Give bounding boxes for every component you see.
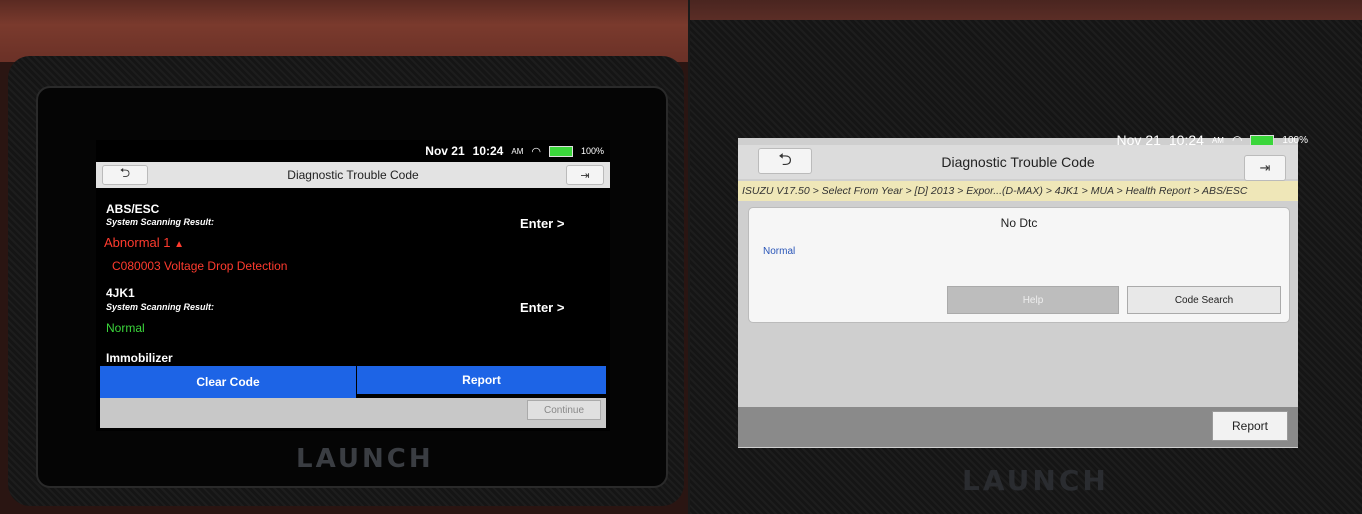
enter-button-4jk1[interactable]: Enter > — [520, 300, 564, 315]
status-ampm: AM — [511, 146, 524, 156]
exit-icon: ⇥ — [1259, 160, 1271, 175]
battery-percent: 100% — [1282, 134, 1308, 146]
result-abnormal: Abnormal 1 ▲ — [104, 235, 184, 250]
dtc-text: No Dtc — [1000, 216, 1038, 230]
wifi-icon: ◠ — [531, 145, 541, 158]
exit-button[interactable]: ⇥ — [566, 165, 604, 185]
page-title: Diagnostic Trouble Code — [287, 168, 419, 182]
photo-right: LAUNCH Nov 21 10:24 AM ◠ 100% ⮌ Diagnost… — [690, 0, 1362, 514]
report-button[interactable]: Report — [357, 366, 606, 394]
scan-result-label-abs: System Scanning Result: — [106, 217, 215, 227]
brand-logo: LAUNCH — [296, 444, 434, 474]
dtc-code: C080003 Voltage Drop Detection — [112, 259, 288, 273]
battery-icon — [548, 145, 573, 157]
back-arrow-icon: ⮌ — [778, 149, 792, 169]
help-button[interactable]: Help — [947, 286, 1119, 314]
result-normal: Normal — [106, 321, 145, 335]
system-name-4jk1: 4JK1 — [106, 286, 135, 300]
continue-button[interactable]: Continue — [527, 400, 601, 420]
title-bar: ⮌ Diagnostic Trouble Code ⇥ — [738, 145, 1298, 181]
status-normal: Normal — [763, 246, 796, 257]
status-ampm: AM — [1211, 135, 1224, 145]
breadcrumb: ISUZU V17.50 > Select From Year > [D] 20… — [738, 181, 1298, 201]
battery-icon — [1250, 134, 1275, 146]
clear-code-button[interactable]: Clear Code — [100, 366, 356, 398]
abnormal-text: Abnormal 1 — [104, 235, 171, 250]
brand-logo: LAUNCH — [962, 464, 1109, 497]
photo-left: LAUNCH Nov 21 10:24 AM ◠ 100% ⮌ Diagnost… — [0, 0, 688, 514]
scan-result-label-4jk1: System Scanning Result: — [106, 302, 215, 312]
diagnostic-screen-right: ⮌ Diagnostic Trouble Code ⇥ ISUZU V17.50… — [738, 145, 1298, 447]
triangle-up-icon: ▲ — [174, 239, 185, 250]
title-bar: ⮌ Diagnostic Trouble Code ⇥ — [96, 162, 610, 188]
status-date: Nov 21 — [425, 144, 465, 158]
leather-case — [0, 0, 688, 62]
exit-button[interactable]: ⇥ — [1244, 155, 1286, 181]
report-button[interactable]: Report — [1212, 411, 1288, 441]
exit-icon: ⇥ — [580, 169, 590, 182]
status-bar: Nov 21 10:24 AM ◠ 100% — [425, 144, 604, 158]
system-name-immobilizer: Immobilizer — [106, 351, 173, 365]
page-title: Diagnostic Trouble Code — [941, 154, 1095, 170]
back-button[interactable]: ⮌ — [102, 165, 148, 185]
system-name-abs: ABS/ESC — [106, 202, 160, 216]
battery-percent: 100% — [580, 146, 604, 156]
dtc-panel: No Dtc Normal Help Code Search — [748, 207, 1290, 323]
diagnostic-screen: Nov 21 10:24 AM ◠ 100% ⮌ Diagnostic Trou… — [96, 140, 610, 431]
back-arrow-icon: ⮌ — [119, 165, 131, 180]
code-search-button[interactable]: Code Search — [1127, 286, 1281, 314]
enter-button-abs[interactable]: Enter > — [520, 216, 564, 231]
status-time: 10:24 — [472, 144, 504, 158]
back-button[interactable]: ⮌ — [758, 148, 812, 174]
